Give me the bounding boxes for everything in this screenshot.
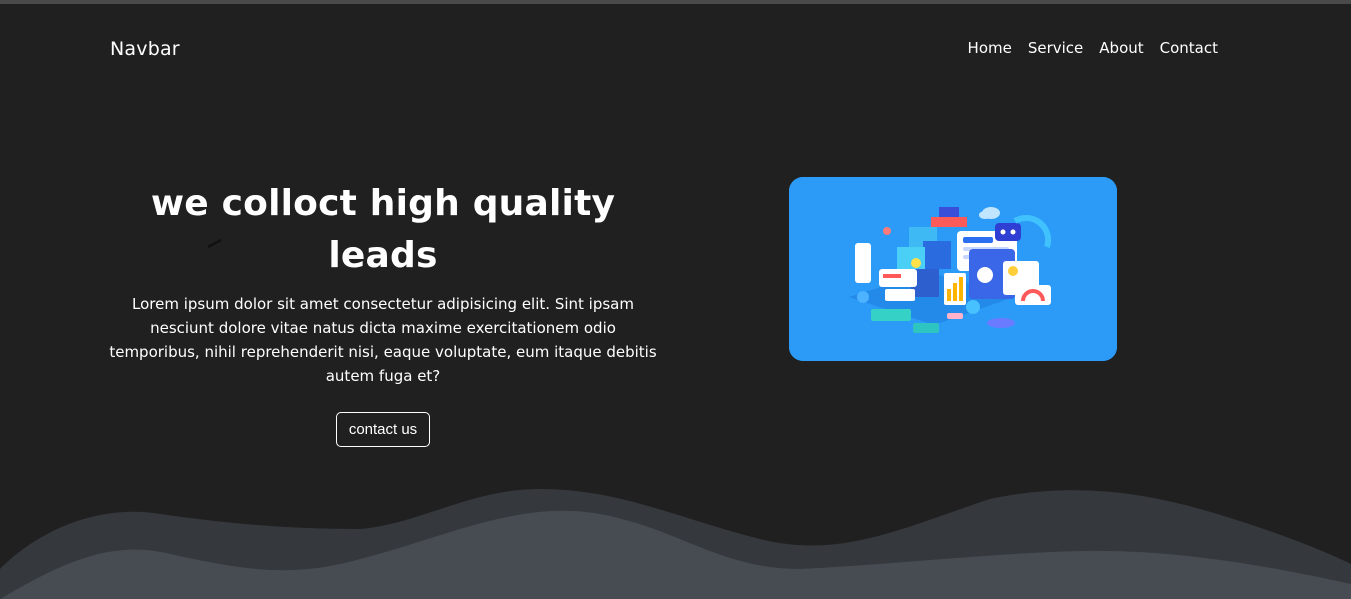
decorative-waves <box>0 489 1351 599</box>
mouse-cursor-icon <box>207 238 222 248</box>
data-dashboard-illustration-icon <box>789 177 1117 361</box>
hero-title: we colloct high quality leads <box>150 183 616 276</box>
nav-links: Home Service About Contact <box>968 39 1218 57</box>
nav-link-service[interactable]: Service <box>1028 39 1083 57</box>
hero-illustration <box>789 177 1117 361</box>
landing-page: Navbar Home Service About Contact we col… <box>0 0 1351 599</box>
nav-link-home[interactable]: Home <box>968 39 1012 57</box>
window-top-border <box>0 0 1351 4</box>
nav-link-about[interactable]: About <box>1099 39 1143 57</box>
hero-section: we colloct high quality leads Lorem ipsu… <box>108 178 658 447</box>
navbar-brand[interactable]: Navbar <box>110 38 180 60</box>
nav-link-contact[interactable]: Contact <box>1160 39 1218 57</box>
hero-description: Lorem ipsum dolor sit amet consectetur a… <box>109 295 657 385</box>
contact-us-button[interactable]: contact us <box>335 412 431 447</box>
